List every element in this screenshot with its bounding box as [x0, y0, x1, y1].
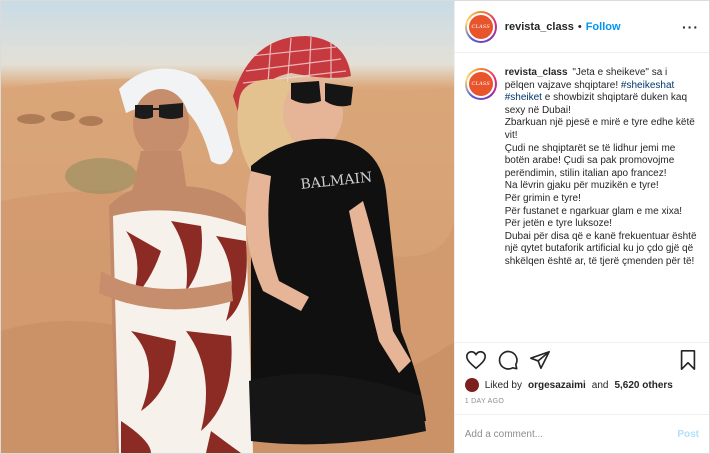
bookmark-icon[interactable] — [677, 349, 699, 371]
caption-line: Çudi ne shqiptarët se të lidhur jemi me … — [504, 142, 676, 179]
account-username[interactable]: revista_class — [505, 21, 574, 33]
comment-input[interactable] — [464, 428, 678, 440]
likes-summary: Liked by orgesazaimi and 5,620 others — [455, 377, 709, 393]
more-options-icon[interactable]: ··· — [682, 19, 699, 35]
instagram-post: BALMAIN CLASS revista_class • Follow ···… — [0, 0, 710, 454]
caption-line: Për jetën e tyre luksoze! — [504, 218, 612, 230]
likes-prefix: Liked by — [484, 379, 522, 391]
post-timestamp[interactable]: 1 DAY AGO — [454, 393, 709, 415]
follow-button[interactable]: Follow — [586, 21, 621, 33]
likes-count[interactable]: 5,620 others — [614, 380, 672, 391]
liker-username[interactable]: orgesazaimi — [528, 380, 586, 391]
caption-line: Dubai për disa që e kanë frekuentuar ësh… — [504, 230, 697, 267]
hashtag-link[interactable]: #sheiket — [505, 92, 542, 103]
account-avatar[interactable]: CLASS — [464, 10, 497, 43]
share-icon[interactable] — [529, 349, 551, 371]
caption-section: CLASS revista_class "Jeta e sheikeve" sa… — [454, 53, 709, 343]
caption-line: Për fustanet e ngarkuar glam e me xixa! — [504, 205, 683, 217]
liker-avatar[interactable] — [464, 378, 479, 392]
post-comment-button[interactable]: Post — [677, 429, 699, 440]
desert-photo-illustration: BALMAIN — [1, 36, 454, 453]
caption-line: Për grimin e tyre! — [504, 192, 581, 204]
likes-conjunction: and — [591, 379, 609, 391]
heart-icon[interactable] — [465, 349, 487, 371]
comment-box: Post — [455, 415, 709, 453]
caption-line: Zbarkuan një pjesë e mirë e tyre edhe kë… — [504, 117, 695, 141]
caption-username[interactable]: revista_class — [505, 67, 568, 78]
post-sidebar: CLASS revista_class • Follow ··· CLASS r… — [453, 1, 709, 453]
header-separator: • — [577, 20, 582, 33]
caption-avatar[interactable]: CLASS — [464, 68, 497, 100]
caption-text: revista_class "Jeta e sheikeve" sa i pël… — [505, 67, 699, 336]
post-header: CLASS revista_class • Follow ··· — [454, 1, 709, 53]
caption-avatar-logo-text: CLASS — [466, 70, 495, 98]
post-photo[interactable]: BALMAIN — [1, 1, 454, 453]
post-actions — [455, 343, 709, 377]
caption-line: Na lëvrin gjaku për muzikën e tyre! — [504, 180, 659, 192]
hashtag-link[interactable]: #sheikeshat — [621, 80, 674, 91]
comment-icon[interactable] — [497, 349, 519, 371]
avatar-logo-text: CLASS — [466, 12, 495, 41]
